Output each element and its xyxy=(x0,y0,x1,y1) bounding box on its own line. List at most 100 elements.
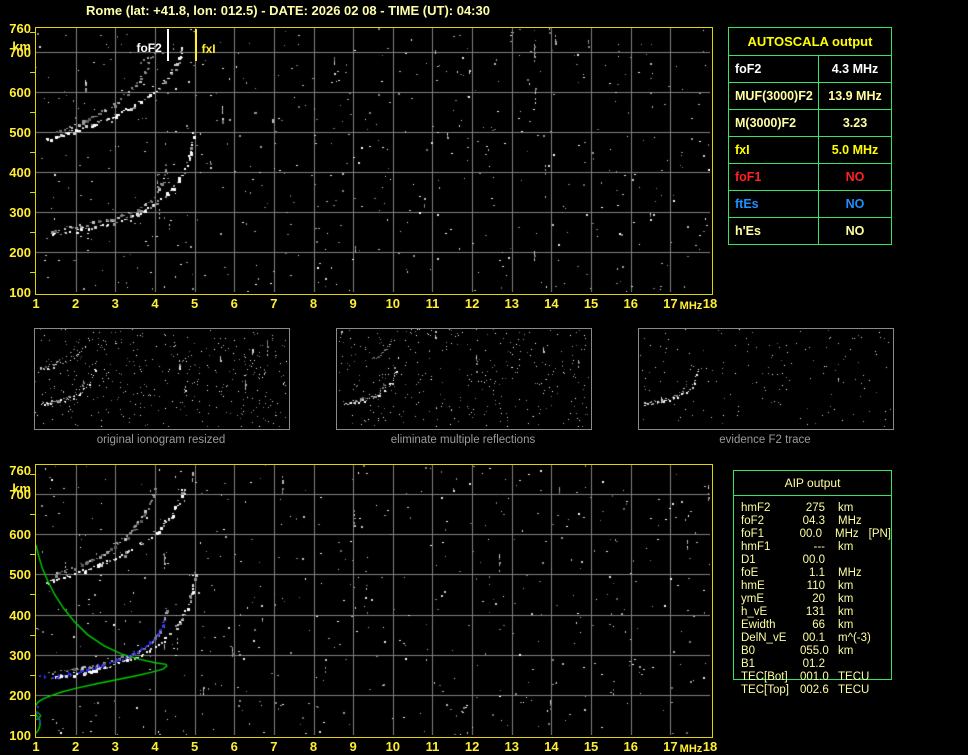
table-row: ftEs NO xyxy=(729,190,891,217)
x-tick-label: 8 xyxy=(309,739,318,754)
x-tick-label: 6 xyxy=(230,296,238,311)
x-tick-label: 3 xyxy=(111,739,119,754)
table-row: hmE 110 km xyxy=(741,580,854,592)
x-tick-label: 12 xyxy=(464,296,480,311)
x-tick-label: 1 xyxy=(32,739,40,754)
y-axis-tick-mark xyxy=(30,72,35,73)
y-tick-label: 500 xyxy=(9,125,31,140)
y-tick-label: 700 xyxy=(9,45,31,60)
table-row: foF1 00.0 MHz [PN] xyxy=(741,528,891,540)
table-row: hmF2 275 km xyxy=(741,502,854,514)
x-tick-label: 11 xyxy=(425,739,440,754)
table-row: fxI 5.0 MHz xyxy=(729,136,891,163)
y-axis-tick-mark xyxy=(30,674,35,676)
y-axis-tick-mark xyxy=(30,112,35,113)
fof2-label: foF2 xyxy=(136,41,162,55)
fof2-marker-line xyxy=(166,29,169,61)
thumbnail-canvas xyxy=(337,329,589,427)
x-tick-label: 9 xyxy=(349,739,357,754)
table-row: M(3000)F2 3.23 xyxy=(729,109,891,136)
x-tick-label: 10 xyxy=(385,296,401,311)
x-tick-label: 8 xyxy=(309,296,318,311)
thumbnail-canvas xyxy=(639,329,891,427)
x-tick-label: 13 xyxy=(504,739,519,754)
table-row: D1 00.0 xyxy=(741,554,825,566)
y-tick-label: 760 xyxy=(9,21,31,36)
y-tick-label: 760 xyxy=(9,463,31,478)
x-tick-label: 18 xyxy=(702,296,718,311)
aip-output-table: AIP output hmF2 275 km foF2 04.3 MHz foF1 00.… xyxy=(733,470,892,696)
x-tick-label: 3 xyxy=(111,296,119,311)
x-tick-label: 15 xyxy=(583,296,599,311)
top-ionogram-canvas xyxy=(36,28,710,292)
thumbnail-caption: eliminate multiple reflections xyxy=(390,434,536,446)
y-tick-label: 200 xyxy=(9,687,31,703)
x-tick-label: 14 xyxy=(544,739,559,754)
autoscala-app-window: Rome (lat: +41.8, lon: 012.5) - DATE: 20… xyxy=(0,0,968,755)
y-tick-label: 700 xyxy=(9,487,31,503)
x-tick-label: 16 xyxy=(623,296,638,311)
x-tick-label: 11 xyxy=(425,296,440,311)
table-row: ymE 20 km xyxy=(741,593,854,605)
x-tick-label: 16 xyxy=(623,739,638,754)
x-tick-label: 10 xyxy=(385,739,401,754)
x-tick-label: 7 xyxy=(270,296,278,311)
bottom-ionogram-canvas xyxy=(36,465,710,735)
x-tick-label: 6 xyxy=(230,739,238,754)
x-tick-label: 18 xyxy=(702,739,718,754)
y-tick-label: 600 xyxy=(9,85,31,100)
x-axis-unit-label: MHz xyxy=(679,743,703,755)
table-row: foF1 NO xyxy=(729,163,891,190)
y-tick-label: 600 xyxy=(9,527,31,543)
x-tick-label: 7 xyxy=(270,739,278,754)
y-tick-label: 300 xyxy=(9,205,31,220)
y-axis-tick-mark xyxy=(30,554,35,556)
thumbnail-evidence-f2 xyxy=(638,328,894,430)
y-axis-tick-mark xyxy=(30,714,35,716)
table-row: hmF1 --- km xyxy=(741,541,854,553)
table-row: TEC[Bot] 001.0 TECU xyxy=(741,671,870,683)
y-tick-label: 500 xyxy=(9,567,31,583)
x-tick-label: 17 xyxy=(663,296,678,311)
x-tick-label: 1 xyxy=(32,296,40,311)
x-tick-label: 15 xyxy=(583,739,599,754)
x-axis-unit-label: MHz xyxy=(679,300,703,312)
y-axis-tick-mark xyxy=(30,232,35,233)
y-tick-label: 100 xyxy=(9,285,31,300)
table-row: foE 1.1 MHz xyxy=(741,567,862,579)
bottom-ionogram-plot xyxy=(35,464,713,738)
table-row: B1 01.2 xyxy=(741,658,825,670)
autoscala-output-table: AUTOSCALA output foF2 4.3 MHz MUF(3000)F2… xyxy=(728,27,892,245)
x-tick-label: 12 xyxy=(464,739,480,754)
table-row: foF2 4.3 MHz xyxy=(729,55,891,82)
table-row: DelN_vE 00.1 m^(-3) xyxy=(741,632,871,644)
thumbnail-caption: evidence F2 trace xyxy=(719,434,811,446)
table-row: h_vE 131 km xyxy=(741,606,854,618)
table-row: foF2 04.3 MHz xyxy=(741,515,862,527)
y-tick-label: 400 xyxy=(9,607,31,623)
y-tick-label: 400 xyxy=(9,165,31,180)
x-tick-label: 13 xyxy=(504,296,519,311)
y-axis-tick-mark xyxy=(30,192,35,193)
thumbnail-eliminate-reflections xyxy=(336,328,592,430)
x-tick-label: 2 xyxy=(72,296,80,311)
thumbnail-caption: original ionogram resized xyxy=(96,434,226,446)
y-axis-tick-mark xyxy=(30,474,35,475)
x-tick-label: 17 xyxy=(663,739,678,754)
fxi-marker-line xyxy=(194,29,197,61)
table-row: MUF(3000)F2 13.9 MHz xyxy=(729,82,891,109)
table-row: TEC[Top] 002.6 TECU xyxy=(741,684,870,696)
top-ionogram-plot: foF2 fxI xyxy=(35,27,713,295)
aip-table-header: AIP output xyxy=(734,471,891,496)
fxi-label: fxI xyxy=(201,42,216,56)
aip-rows: hmF2 275 km foF2 04.3 MHz foF1 00.0 MHz [PN] hm… xyxy=(734,496,891,697)
autoscala-table-header: AUTOSCALA output xyxy=(747,34,873,49)
x-tick-label: 4 xyxy=(151,296,159,311)
x-tick-label: 5 xyxy=(190,739,199,754)
x-tick-label: 5 xyxy=(190,296,199,311)
thumbnail-original-ionogram xyxy=(34,328,290,430)
thumbnail-canvas xyxy=(35,329,287,427)
x-tick-label: 9 xyxy=(349,296,357,311)
y-tick-label: 300 xyxy=(9,647,31,663)
y-tick-label: 100 xyxy=(9,728,31,743)
